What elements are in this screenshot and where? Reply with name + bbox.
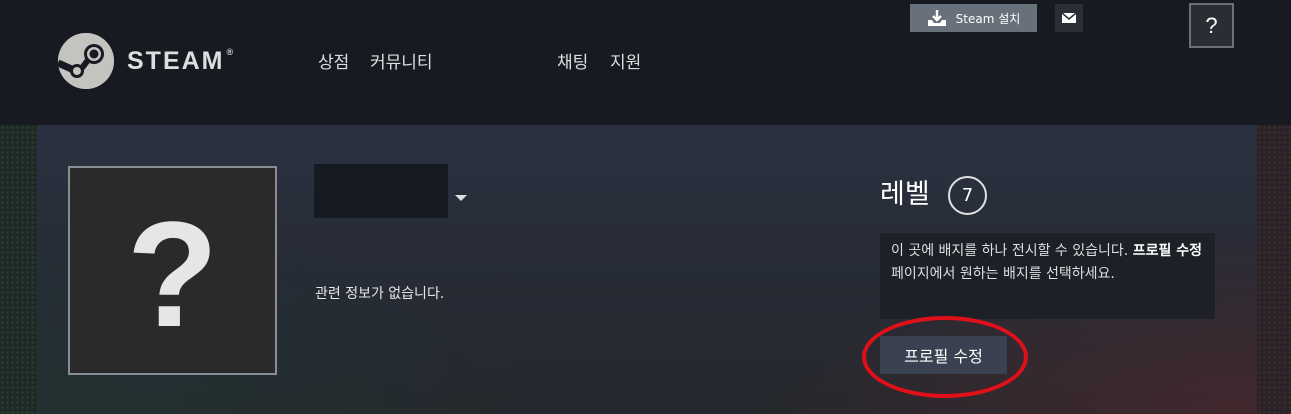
persona-name-redacted [314,164,448,218]
background-pattern-left [0,125,37,414]
download-icon [927,10,946,26]
edit-profile-label: 프로필 수정 [904,347,983,366]
global-header: STEAM ® 상점 커뮤니티 채팅 지원 Steam 설치 ? [0,0,1291,125]
level-label: 레벨 [880,179,930,210]
badge-placeholder-hint: 이 곳에 배지를 하나 전시할 수 있습니다. 프로필 수정 페이지에서 원하는… [880,233,1215,319]
profile-summary-text: 관련 정보가 없습니다. [315,286,445,302]
install-steam-label: Steam 설치 [955,11,1021,26]
steam-wordmark: STEAM ® [127,46,234,75]
edit-profile-link[interactable]: 프로필 수정 [1133,243,1202,259]
steam-logo[interactable]: STEAM ® [56,33,234,89]
help-button[interactable]: ? [1189,3,1234,48]
steam-logo-icon [56,33,114,89]
edit-profile-button[interactable]: 프로필 수정 [880,336,1007,374]
level-value: 7 [961,185,974,206]
help-icon: ? [1205,12,1218,38]
install-steam-button[interactable]: Steam 설치 [910,4,1037,32]
envelope-icon [1062,13,1076,23]
nav-chat[interactable]: 채팅 [557,48,588,73]
nav-store[interactable]: 상점 [318,48,349,73]
notifications-button[interactable] [1055,4,1083,32]
avatar-placeholder-icon: ? [126,189,219,358]
avatar[interactable]: ? [68,166,277,375]
background-pattern-right [1257,125,1291,414]
nav-community[interactable]: 커뮤니티 [370,48,433,73]
nav-support[interactable]: 지원 [610,48,641,73]
level-badge[interactable]: 7 [948,176,987,215]
caret-down-icon[interactable] [455,195,467,201]
